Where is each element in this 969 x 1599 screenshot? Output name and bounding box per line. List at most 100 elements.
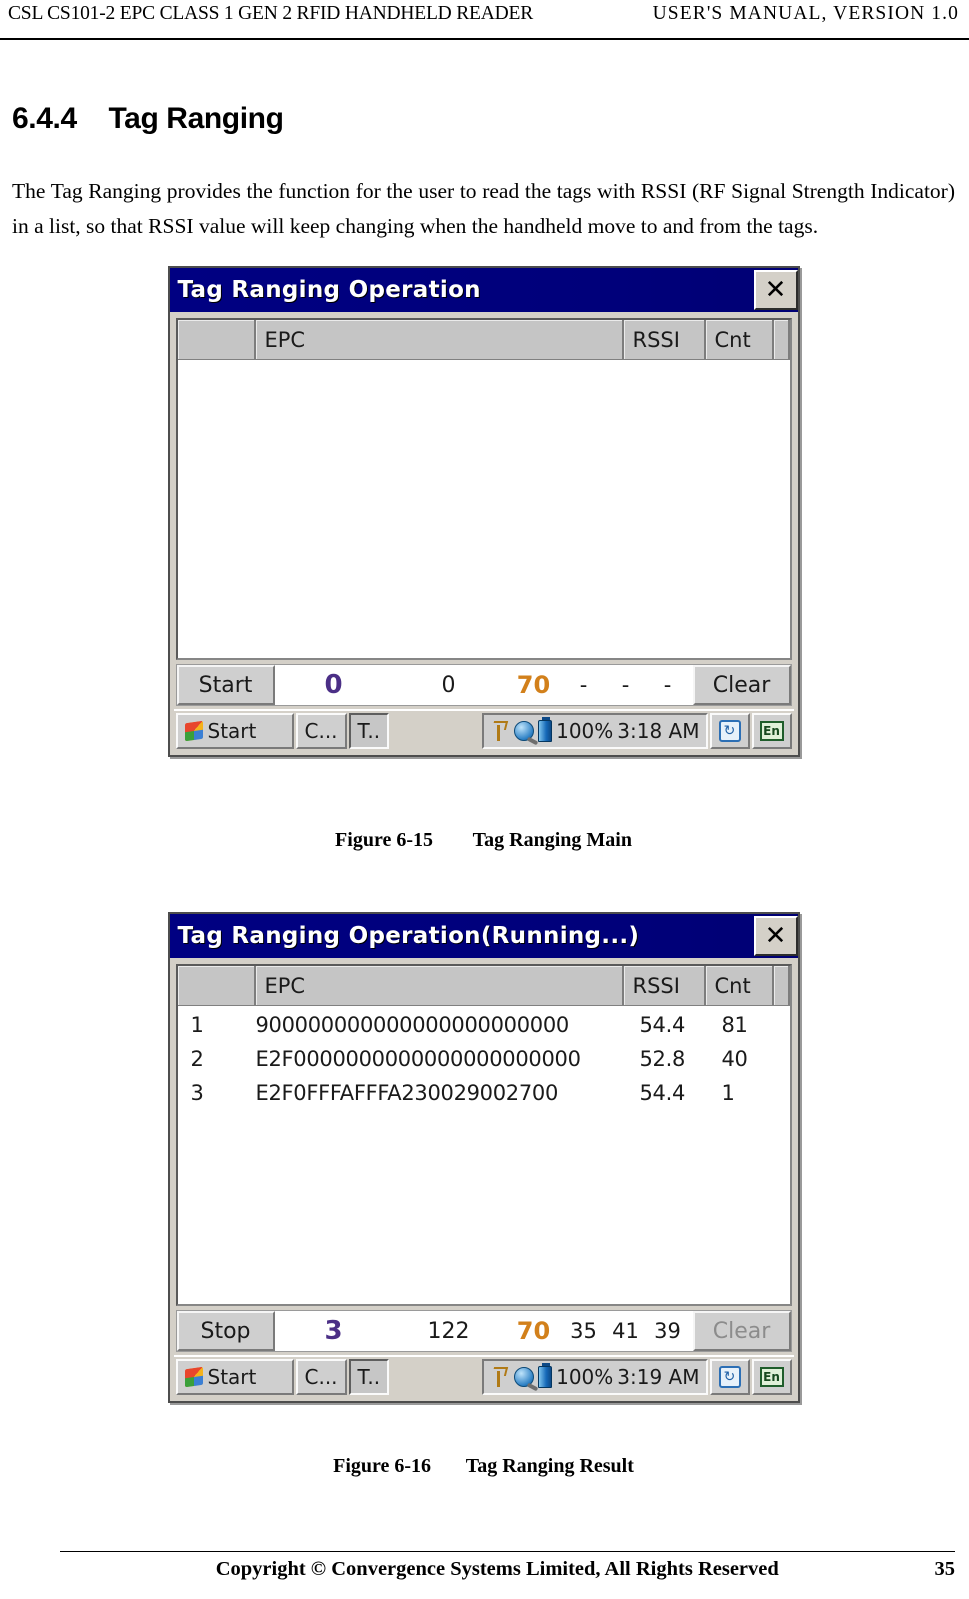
figure-caption-6-16: Figure 6-16 Tag Ranging Result <box>333 1455 634 1477</box>
status-field-1: - <box>579 673 588 697</box>
tag-list-header-main: EPC RSSI Cnt <box>177 320 790 360</box>
battery-level-label: 100% <box>556 1365 614 1389</box>
battery-icon <box>538 717 553 742</box>
tag-count-value: 0 <box>324 670 343 700</box>
status-fields-result: 3 122 70 35 41 39 <box>274 1311 693 1351</box>
column-header-cnt[interactable]: Cnt <box>705 320 774 359</box>
keyboard-icon: En <box>759 721 784 741</box>
network-globe-icon <box>514 1367 535 1387</box>
antenna-icon <box>490 1366 510 1388</box>
row-cnt: 1 <box>721 1081 735 1105</box>
rotate-screen-button[interactable]: ↻ <box>709 713 750 749</box>
close-icon[interactable]: ✕ <box>753 270 798 310</box>
taskbar-main: Start C... T.. 100% 3:18 AM ↻ En <box>173 709 794 751</box>
taskbar-task-2[interactable]: T.. <box>348 713 390 749</box>
header-left-text: CSL CS101-2 EPC CLASS 1 GEN 2 RFID HANDH… <box>8 3 534 24</box>
table-row[interactable]: 1 900000000000000000000000 54.4 81 <box>178 1008 790 1042</box>
device-window-main: Tag Ranging Operation ✕ EPC RSSI Cnt Sta… <box>167 266 800 757</box>
system-tray-main[interactable]: 100% 3:18 AM <box>482 713 708 749</box>
row-epc: E2F0000000000000000000000 <box>255 1047 581 1071</box>
start-menu-label: Start <box>207 1365 257 1389</box>
status-field-2: 41 <box>612 1319 639 1343</box>
column-header-rssi[interactable]: RSSI <box>623 966 706 1005</box>
window-title-main: Tag Ranging Operation <box>177 277 481 303</box>
status-field-3: 39 <box>654 1319 681 1343</box>
windows-flag-icon <box>184 720 203 742</box>
system-tray-result[interactable]: 100% 3:19 AM <box>482 1359 708 1395</box>
window-title-result: Tag Ranging Operation(Running...) <box>177 923 640 949</box>
start-menu-label: Start <box>207 719 257 743</box>
device-window-result: Tag Ranging Operation(Running...) ✕ EPC … <box>167 912 800 1403</box>
total-reads-value: 0 <box>441 672 456 698</box>
stop-button[interactable]: Stop <box>176 1311 275 1351</box>
row-epc: 900000000000000000000000 <box>255 1013 570 1037</box>
start-menu-button[interactable]: Start <box>175 1359 294 1395</box>
rotate-screen-button[interactable]: ↻ <box>709 1359 750 1395</box>
network-globe-icon <box>514 721 535 741</box>
input-panel-button[interactable]: En <box>751 1359 792 1395</box>
row-index: 2 <box>190 1047 204 1071</box>
figure-tag-ranging-result: Tag Ranging Operation(Running...) ✕ EPC … <box>12 912 955 1403</box>
row-rssi: 54.4 <box>639 1081 686 1105</box>
antenna-icon <box>490 720 510 742</box>
status-fields-main: 0 0 70 - - - <box>274 665 693 705</box>
close-icon[interactable]: ✕ <box>753 916 798 956</box>
row-cnt: 40 <box>721 1047 748 1071</box>
row-rssi: 52.8 <box>639 1047 686 1071</box>
start-menu-button[interactable]: Start <box>175 713 294 749</box>
taskbar-task-1[interactable]: C... <box>295 713 347 749</box>
windows-flag-icon <box>184 1366 203 1388</box>
page-title: 6.4.4 Tag Ranging <box>12 102 284 135</box>
taskbar-task-2[interactable]: T.. <box>348 1359 390 1395</box>
row-cnt: 81 <box>721 1013 748 1037</box>
keyboard-icon: En <box>759 1367 784 1387</box>
tag-list-main[interactable]: EPC RSSI Cnt <box>175 318 792 660</box>
input-panel-button[interactable]: En <box>751 713 792 749</box>
status-field-1: 35 <box>570 1319 597 1343</box>
total-reads-value: 122 <box>427 1318 470 1344</box>
clear-button[interactable]: Clear <box>692 665 791 705</box>
tag-list-result[interactable]: EPC RSSI Cnt 1 900000000000000000000000 … <box>175 964 792 1306</box>
clock-label: 3:18 AM <box>617 719 700 743</box>
figure-caption-6-15: Figure 6-15 Tag Ranging Main <box>335 829 632 851</box>
clock-label: 3:19 AM <box>617 1365 700 1389</box>
table-row[interactable]: 2 E2F0000000000000000000000 52.8 40 <box>178 1042 790 1076</box>
titlebar-result: Tag Ranging Operation(Running...) ✕ <box>169 914 798 958</box>
tag-list-body-result: 1 900000000000000000000000 54.4 81 2 E2F… <box>177 1006 790 1304</box>
column-header-rssi[interactable]: RSSI <box>623 320 706 359</box>
table-row[interactable]: 3 E2F0FFFAFFFA230029002700 54.4 1 <box>178 1076 790 1110</box>
page-content: 6.4.4 Tag Ranging The Tag Ranging provid… <box>12 42 955 1478</box>
footer-page-number: 35 <box>934 1558 956 1580</box>
column-header-index[interactable] <box>177 966 256 1005</box>
row-index: 3 <box>190 1081 204 1105</box>
section-paragraph: The Tag Ranging provides the function fo… <box>12 179 955 238</box>
statusbar-result: Stop 3 122 70 35 41 39 Clear <box>175 1310 792 1352</box>
row-index: 1 <box>190 1013 204 1037</box>
taskbar-result: Start C... T.. 100% 3:19 AM ↻ En <box>173 1355 794 1397</box>
battery-icon <box>538 1363 553 1388</box>
clear-button[interactable]: Clear <box>692 1311 791 1351</box>
row-epc: E2F0FFFAFFFA230029002700 <box>255 1081 559 1105</box>
power-value: 70 <box>516 671 551 699</box>
statusbar-main: Start 0 0 70 - - - Clear <box>175 664 792 706</box>
footer-copyright: Copyright © Convergence Systems Limited,… <box>215 1558 779 1580</box>
status-field-2: - <box>621 673 630 697</box>
start-button[interactable]: Start <box>176 665 275 705</box>
page-footer: Copyright © Convergence Systems Limited,… <box>60 1551 955 1581</box>
refresh-icon: ↻ <box>718 1366 741 1388</box>
column-header-index[interactable] <box>177 320 256 359</box>
row-rssi: 54.4 <box>639 1013 686 1037</box>
column-header-spacer <box>773 966 790 1005</box>
column-header-cnt[interactable]: Cnt <box>705 966 774 1005</box>
column-header-epc[interactable]: EPC <box>255 320 624 359</box>
column-header-spacer <box>773 320 790 359</box>
page-header: CSL CS101-2 EPC CLASS 1 GEN 2 RFID HANDH… <box>0 0 969 40</box>
figure-tag-ranging-main: Tag Ranging Operation ✕ EPC RSSI Cnt Sta… <box>12 266 955 757</box>
tag-list-header-result: EPC RSSI Cnt <box>177 966 790 1006</box>
header-right-text: USER'S MANUAL, VERSION 1.0 <box>652 3 959 24</box>
refresh-icon: ↻ <box>718 720 741 742</box>
column-header-epc[interactable]: EPC <box>255 966 624 1005</box>
tag-count-value: 3 <box>324 1316 343 1346</box>
battery-level-label: 100% <box>556 719 614 743</box>
taskbar-task-1[interactable]: C... <box>295 1359 347 1395</box>
